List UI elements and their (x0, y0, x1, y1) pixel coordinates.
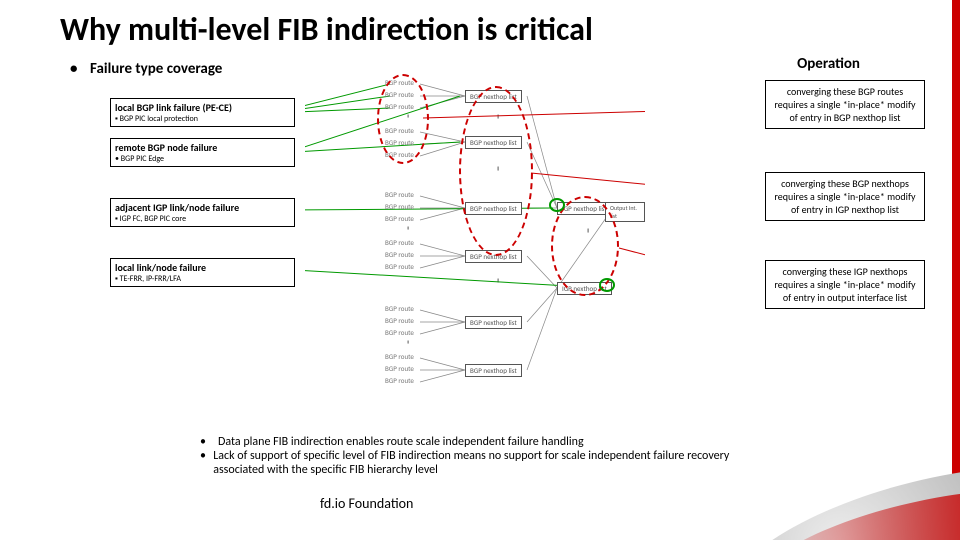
footer-bullet: •Data plane FIB indirection enables rout… (200, 435, 760, 449)
fail-title: local link/node failure (115, 261, 290, 274)
circle-igp-entry (549, 198, 565, 212)
fail-title: remote BGP node failure (115, 141, 290, 154)
fail-title: local BGP link failure (PE-CE) (115, 101, 290, 114)
subhead-failure-coverage: •Failure type coverage (70, 60, 222, 78)
fail-desc: ▪ TE-FRR, IP-FRR/LFA (115, 274, 290, 284)
lbl-bgp-route: BGP route (385, 214, 414, 223)
op-box-bgp-routes: converging these BGP routes requires a s… (765, 80, 925, 129)
footer-bullet-text: Data plane FIB indirection enables route… (218, 435, 584, 449)
fail-box-local-bgp-link: local BGP link failure (PE-CE) ▪ BGP PIC… (110, 98, 295, 127)
lbl-bgp-route: BGP route (385, 190, 414, 199)
fail-box-local-link: local link/node failure ▪ TE-FRR, IP-FRR… (110, 258, 295, 287)
fail-desc: • BGP PIC Edge (115, 154, 290, 164)
page-title: Why multi-level FIB indirection is criti… (60, 10, 593, 49)
fail-box-adjacent-igp: adjacent IGP link/node failure ▪ IGP FC,… (110, 198, 295, 227)
lbl-bgp-route: BGP route (385, 202, 414, 211)
lbl-bgp-route: BGP route (385, 352, 414, 361)
fail-box-remote-bgp-node: remote BGP node failure • BGP PIC Edge (110, 138, 295, 167)
lbl-bgp-route: BGP route (385, 316, 414, 325)
fail-title: adjacent IGP link/node failure (115, 201, 290, 214)
lbl-bgp-route: BGP route (385, 376, 414, 385)
ellipse-bgp-nh (459, 86, 533, 256)
slide: Why multi-level FIB indirection is criti… (0, 0, 960, 540)
circle-output-entry (599, 278, 615, 292)
lbl-bgp-route: BGP route (385, 304, 414, 313)
lbl-bgp-route: BGP route (385, 262, 414, 271)
lbl-bgp-route: BGP route (385, 250, 414, 259)
fib-diagram: BGP route BGP route BGP route ··· BGP ro… (305, 78, 645, 398)
foundation-label: fd.io Foundation (320, 495, 413, 512)
subhead-operation: Operation (797, 55, 860, 73)
lbl-bgp-route: BGP route (385, 238, 414, 247)
lbl-bgp-route: BGP route (385, 328, 414, 337)
fail-desc: ▪ IGP FC, BGP PIC core (115, 214, 290, 224)
box-bgp-nh: BGP nexthop list (465, 364, 522, 377)
footer-bullets: •Data plane FIB indirection enables rout… (200, 435, 760, 477)
footer-bullet-text: Lack of support of specific level of FIB… (213, 449, 760, 477)
box-bgp-nh: BGP nexthop list (465, 316, 522, 329)
fail-desc: ▪ BGP PIC local protection (115, 114, 290, 124)
op-box-igp-nexthops: converging these IGP nexthops requires a… (765, 260, 925, 309)
op-box-bgp-nexthops: converging these BGP nexthops requires a… (765, 172, 925, 221)
footer-bullet: •Lack of support of specific level of FI… (200, 449, 760, 477)
subhead-left-text: Failure type coverage (90, 60, 222, 78)
ellipse-bgp-routes (377, 74, 429, 164)
lbl-bgp-route: BGP route (385, 364, 414, 373)
